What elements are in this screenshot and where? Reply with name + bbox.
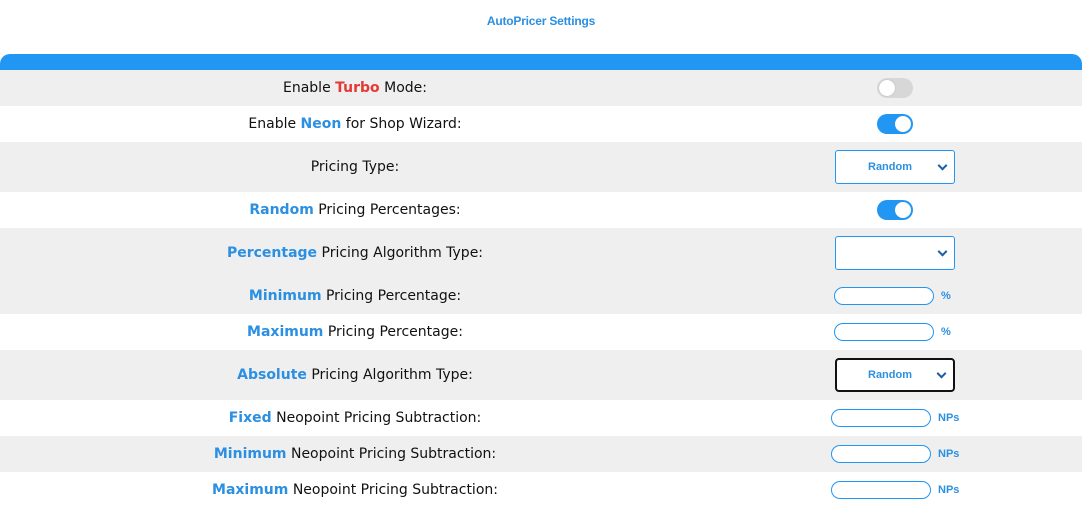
percentage-algorithm-select[interactable]	[835, 236, 955, 270]
max-np-subtraction-input[interactable]	[831, 481, 931, 499]
nps-unit: NPs	[938, 412, 960, 424]
setting-label: Pricing Type:	[310, 159, 400, 175]
neon-shop-wizard-toggle[interactable]	[877, 114, 913, 134]
pricing-type-select[interactable]: Random	[835, 150, 955, 184]
nps-unit: NPs	[938, 448, 960, 460]
setting-row-min-np-subtraction: Minimum Neopoint Pricing Subtraction: NP…	[0, 436, 1082, 472]
chevron-down-icon	[937, 160, 948, 171]
setting-label: Random Pricing Percentages:	[249, 202, 461, 218]
setting-label: Enable Neon for Shop Wizard:	[248, 116, 462, 132]
fixed-np-subtraction-input[interactable]	[831, 409, 931, 427]
min-pricing-percentage-input[interactable]	[834, 287, 934, 305]
setting-label: Minimum Neopoint Pricing Subtraction:	[213, 446, 497, 462]
settings-list: Enable Turbo Mode: Enable Neon for Shop …	[0, 70, 1082, 508]
turbo-mode-toggle[interactable]	[877, 78, 913, 98]
setting-label: Minimum Pricing Percentage:	[248, 288, 462, 304]
setting-row-turbo-mode: Enable Turbo Mode:	[0, 70, 1082, 106]
setting-label: Fixed Neopoint Pricing Subtraction:	[228, 410, 482, 426]
min-np-subtraction-input[interactable]	[831, 445, 931, 463]
max-pricing-percentage-input[interactable]	[834, 323, 934, 341]
random-pricing-percentages-toggle[interactable]	[877, 200, 913, 220]
setting-row-min-pricing-percentage: Minimum Pricing Percentage: %	[0, 278, 1082, 314]
setting-label: Enable Turbo Mode:	[283, 80, 427, 96]
setting-label: Absolute Pricing Algorithm Type:	[237, 367, 473, 383]
setting-row-random-pricing-percentages: Random Pricing Percentages:	[0, 192, 1082, 228]
setting-row-pricing-type: Pricing Type: Random	[0, 142, 1082, 192]
percent-unit: %	[941, 290, 951, 302]
setting-label: Maximum Pricing Percentage:	[247, 324, 463, 340]
setting-row-max-pricing-percentage: Maximum Pricing Percentage: %	[0, 314, 1082, 350]
chevron-down-icon	[937, 246, 948, 257]
setting-label: Percentage Pricing Algorithm Type:	[226, 245, 484, 261]
chevron-down-icon	[936, 368, 947, 379]
setting-row-fixed-np-subtraction: Fixed Neopoint Pricing Subtraction: NPs	[0, 400, 1082, 436]
setting-label: Maximum Neopoint Pricing Subtraction:	[212, 482, 498, 498]
nps-unit: NPs	[938, 484, 960, 496]
setting-row-percentage-algorithm: Percentage Pricing Algorithm Type:	[0, 228, 1082, 278]
setting-row-neon-shop-wizard: Enable Neon for Shop Wizard:	[0, 106, 1082, 142]
page-title: AutoPricer Settings	[486, 14, 596, 28]
setting-row-absolute-algorithm: Absolute Pricing Algorithm Type: Random	[0, 350, 1082, 400]
absolute-algorithm-select[interactable]: Random	[835, 358, 955, 392]
settings-header-bar	[0, 54, 1082, 70]
setting-row-max-np-subtraction: Maximum Neopoint Pricing Subtraction: NP…	[0, 472, 1082, 508]
percent-unit: %	[941, 326, 951, 338]
